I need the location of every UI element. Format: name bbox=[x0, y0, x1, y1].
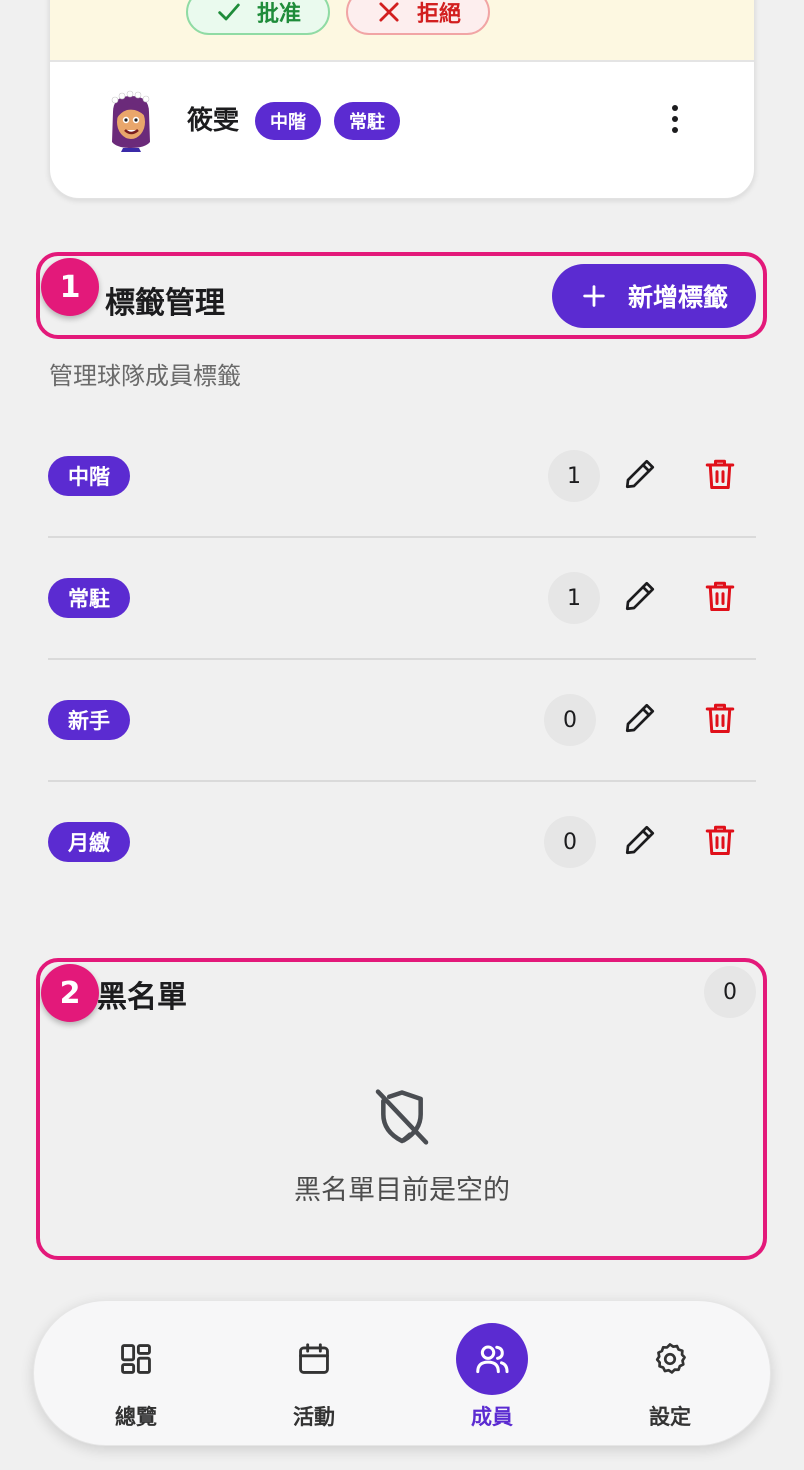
trash-icon[interactable] bbox=[702, 700, 738, 736]
tag-count-badge: 1 bbox=[548, 450, 600, 502]
nav-item-members[interactable]: 成員 bbox=[422, 1301, 562, 1447]
page: 批准 拒絕 筱雯 中階 常駐 1 標籤管理 新增標籤 管理球隊成員標籤 中階 1… bbox=[0, 0, 804, 1470]
tag-count-badge: 0 bbox=[544, 694, 596, 746]
check-icon bbox=[218, 3, 240, 21]
trash-icon[interactable] bbox=[702, 456, 738, 492]
reject-label: 拒絕 bbox=[416, 2, 461, 27]
approve-label: 批准 bbox=[256, 2, 301, 27]
pending-request-card: 批准 拒絕 筱雯 中階 常駐 bbox=[49, 0, 755, 199]
step-badge: 2 bbox=[41, 964, 99, 1022]
member-tag-chip: 常駐 bbox=[334, 102, 400, 140]
pencil-icon[interactable] bbox=[622, 700, 658, 736]
plus-icon bbox=[583, 285, 605, 307]
dashboard-icon bbox=[100, 1323, 172, 1395]
nav-label: 活動 bbox=[293, 1405, 335, 1429]
member-tag-chip: 中階 bbox=[255, 102, 321, 140]
tag-chip: 常駐 bbox=[48, 578, 130, 618]
nav-item-settings[interactable]: 設定 bbox=[600, 1301, 740, 1447]
more-options-icon[interactable] bbox=[662, 98, 688, 140]
tag-row: 新手 0 bbox=[48, 660, 756, 782]
tag-row: 常駐 1 bbox=[48, 538, 756, 660]
trash-icon[interactable] bbox=[702, 822, 738, 858]
nav-item-overview[interactable]: 總覽 bbox=[66, 1301, 206, 1447]
close-icon bbox=[379, 2, 399, 22]
nav-item-events[interactable]: 活動 bbox=[244, 1301, 384, 1447]
add-tag-label: 新增標籤 bbox=[627, 283, 728, 312]
approve-button[interactable]: 批准 bbox=[186, 0, 330, 35]
empty-state-text: 黑名單目前是空的 bbox=[294, 1175, 510, 1206]
avatar bbox=[111, 90, 150, 152]
bottom-navigation: 總覽 活動 成員 設定 bbox=[33, 1300, 771, 1446]
reject-button[interactable]: 拒絕 bbox=[346, 0, 490, 35]
section-title: 標籤管理 bbox=[105, 286, 225, 321]
tag-row: 月繳 0 bbox=[48, 782, 756, 904]
gear-icon bbox=[634, 1323, 706, 1395]
nav-label: 總覽 bbox=[115, 1405, 157, 1429]
pencil-icon[interactable] bbox=[622, 456, 658, 492]
step-badge: 1 bbox=[41, 258, 99, 316]
tag-count-badge: 0 bbox=[544, 816, 596, 868]
blacklist-count-badge: 0 bbox=[704, 966, 756, 1018]
nav-label: 設定 bbox=[649, 1405, 691, 1429]
trash-icon[interactable] bbox=[702, 578, 738, 614]
pencil-icon[interactable] bbox=[622, 822, 658, 858]
section-subtitle: 管理球隊成員標籤 bbox=[49, 362, 241, 390]
users-icon bbox=[456, 1323, 528, 1395]
member-name: 筱雯 bbox=[187, 106, 240, 136]
calendar-icon bbox=[278, 1323, 350, 1395]
tag-chip: 中階 bbox=[48, 456, 130, 496]
add-tag-button[interactable]: 新增標籤 bbox=[552, 264, 756, 328]
nav-label: 成員 bbox=[471, 1405, 513, 1429]
pending-actions-strip: 批准 拒絕 bbox=[50, 0, 754, 62]
tag-chip: 新手 bbox=[48, 700, 130, 740]
shield-off-icon bbox=[375, 1089, 429, 1145]
tag-count-badge: 1 bbox=[548, 572, 600, 624]
member-row: 筱雯 中階 常駐 bbox=[50, 62, 754, 180]
tag-chip: 月繳 bbox=[48, 822, 130, 862]
tag-row: 中階 1 bbox=[48, 416, 756, 538]
section-title: 黑名單 bbox=[97, 980, 187, 1015]
pencil-icon[interactable] bbox=[622, 578, 658, 614]
